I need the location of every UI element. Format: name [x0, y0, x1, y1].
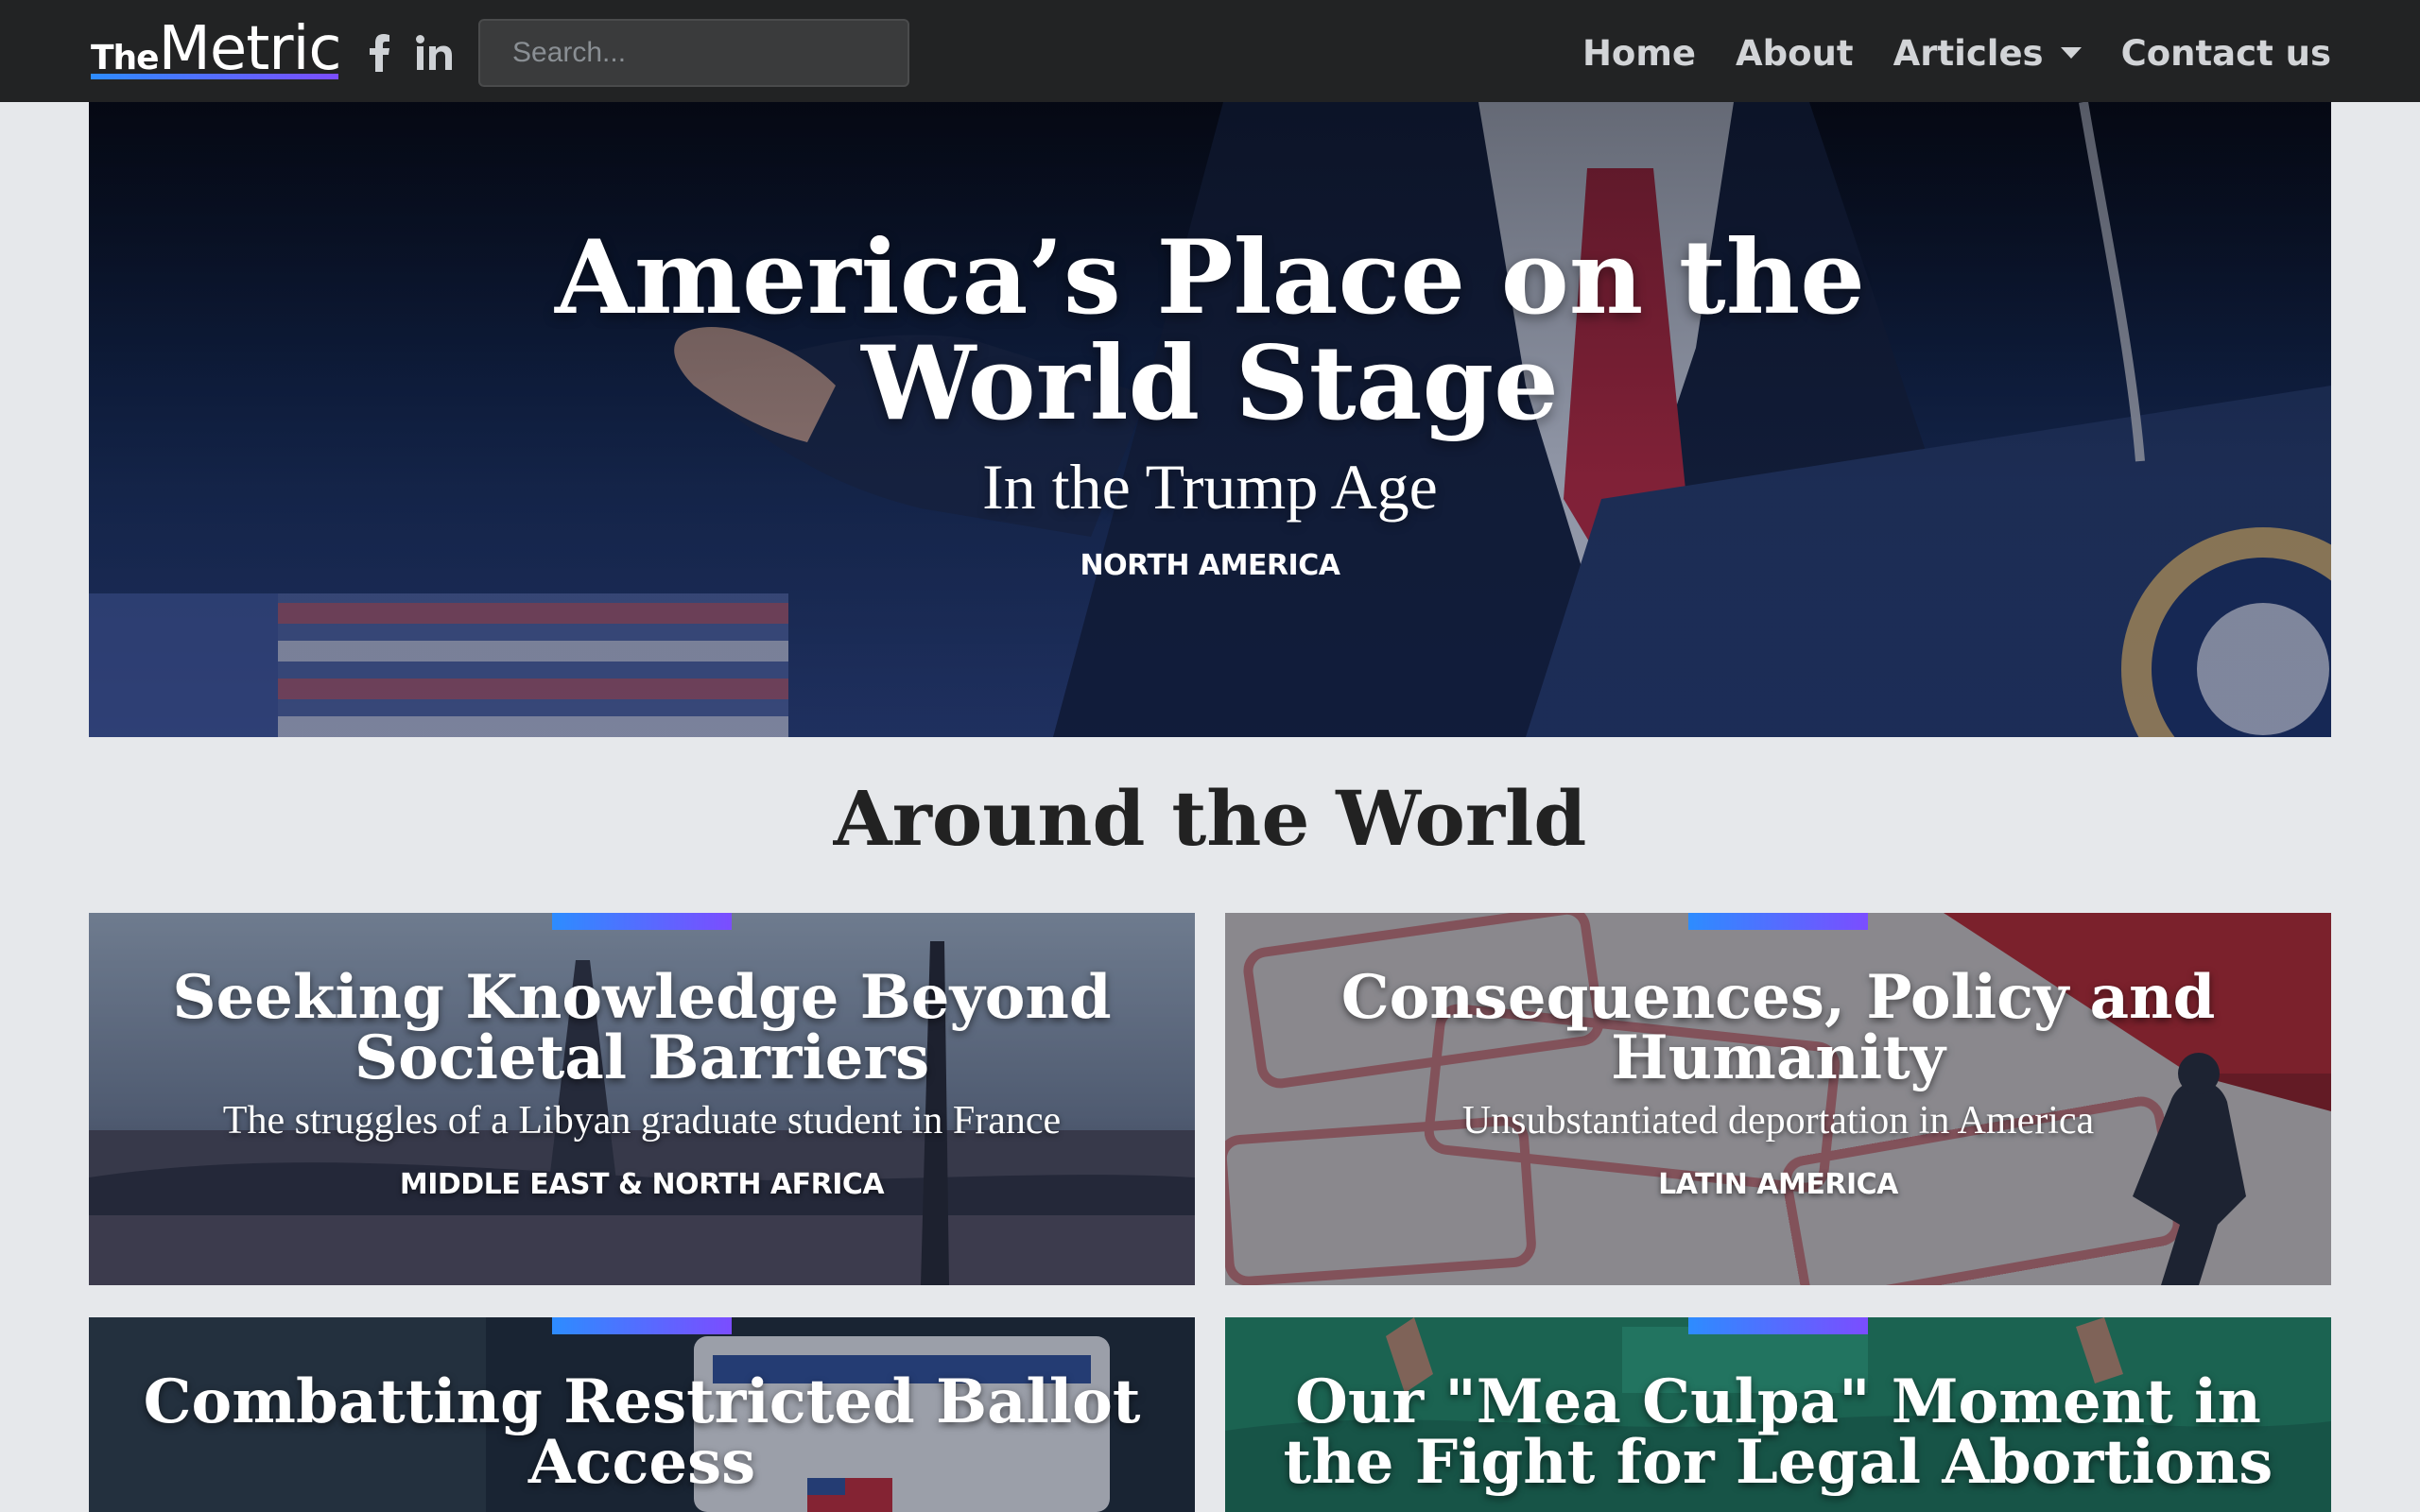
card-content: Seeking Knowledge Beyond Societal Barrie…	[108, 962, 1176, 1202]
nav-articles-label: Articles	[1893, 32, 2044, 74]
card-title: Our "Mea Culpa" Moment in the Fight for …	[1283, 1366, 2273, 1498]
card-accent-bar	[552, 1317, 732, 1334]
nav-about[interactable]: About	[1736, 33, 1854, 74]
article-card[interactable]: Our "Mea Culpa" Moment in the Fight for …	[1225, 1317, 2331, 1512]
search-input[interactable]	[478, 19, 909, 87]
card-subtitle: Unsubstantiated deportation in America	[1461, 1099, 2095, 1143]
site-logo[interactable]: The Metric	[91, 6, 342, 83]
facebook-icon[interactable]	[365, 25, 395, 81]
card-region-tag: LATIN AMERICA	[1658, 1168, 1898, 1201]
linkedin-icon[interactable]	[412, 25, 458, 81]
nav-articles-dropdown[interactable]: Articles	[1893, 33, 2082, 74]
hero-subtitle: In the Trump Age	[982, 451, 1438, 523]
linkedin-icon-svg	[416, 35, 452, 70]
card-title: Seeking Knowledge Beyond Societal Barrie…	[172, 962, 1112, 1093]
hero-content: America’s Place on the World Stage In th…	[89, 225, 2331, 582]
nav-home-label: Home	[1582, 32, 1696, 74]
nav-contact[interactable]: Contact us	[2121, 33, 2331, 74]
chevron-down-icon	[2060, 47, 2082, 59]
card-content: Combatting Restricted Ballot Access	[108, 1372, 1176, 1493]
card-accent-bar	[1688, 913, 1868, 930]
main-nav: Home About Articles Contact us	[1582, 0, 2331, 106]
section-title: Around the World	[833, 774, 1587, 863]
card-accent-bar	[1688, 1317, 1868, 1334]
nav-about-label: About	[1736, 32, 1854, 74]
card-title: Consequences, Policy and Humanity	[1340, 962, 2216, 1093]
card-region-tag: MIDDLE EAST & NORTH AFRICA	[399, 1168, 885, 1201]
card-content: Consequences, Policy and Humanity Unsubs…	[1244, 962, 2312, 1202]
article-card[interactable]: Seeking Knowledge Beyond Societal Barrie…	[89, 913, 1195, 1285]
hero-feature[interactable]: America’s Place on the World Stage In th…	[89, 102, 2331, 737]
hero-region-tag: NORTH AMERICA	[1080, 548, 1340, 582]
card-content: Our "Mea Culpa" Moment in the Fight for …	[1244, 1372, 2312, 1493]
nav-home[interactable]: Home	[1582, 33, 1696, 74]
card-accent-bar	[552, 913, 732, 930]
hero-title: America’s Place on the World Stage	[554, 218, 1866, 443]
article-card[interactable]: Consequences, Policy and Humanity Unsubs…	[1225, 913, 2331, 1285]
card-subtitle: The struggles of a Libyan graduate stude…	[222, 1099, 1062, 1143]
article-card[interactable]: Combatting Restricted Ballot Access	[89, 1317, 1195, 1512]
nav-contact-label: Contact us	[2120, 32, 2331, 74]
facebook-icon-svg	[370, 34, 389, 72]
card-title: Combatting Restricted Ballot Access	[143, 1366, 1141, 1498]
navbar: The Metric Home About Articles Contact u…	[0, 0, 2420, 102]
logo-underline	[91, 74, 338, 79]
